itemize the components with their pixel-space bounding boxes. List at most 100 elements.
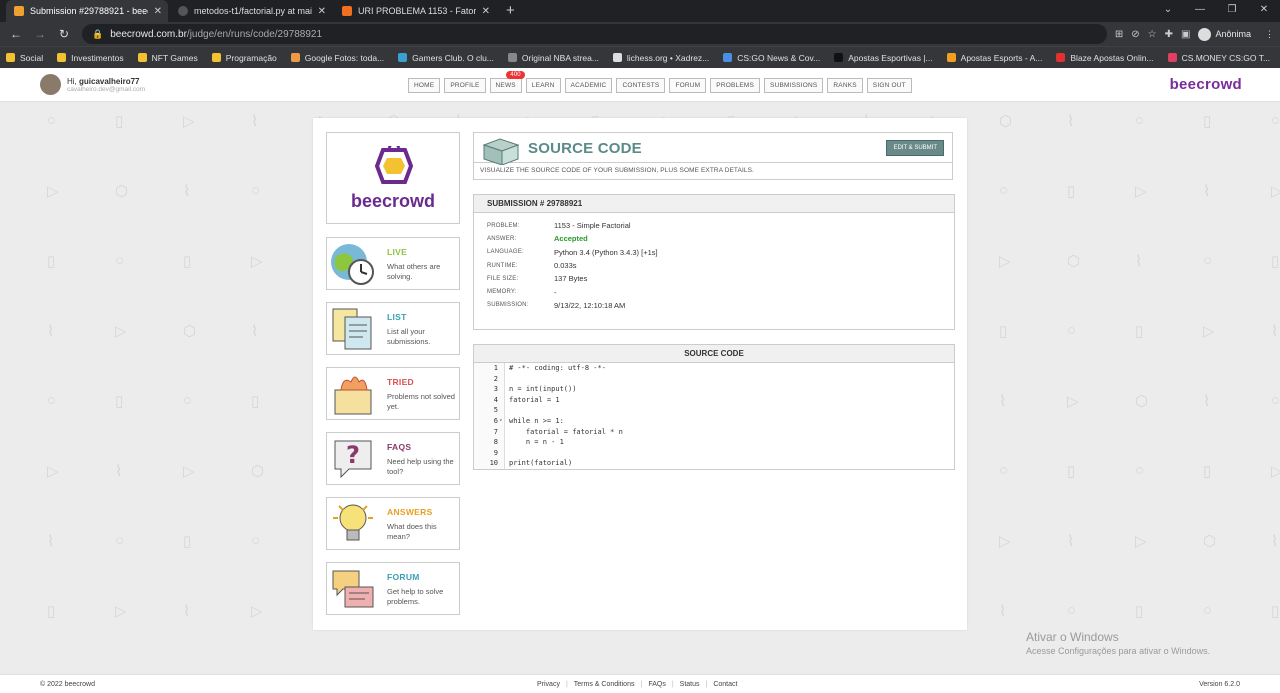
tab-title: URI PROBLEMA 1153 - Fatorial Simples: [358, 6, 476, 16]
open-box-icon: [482, 138, 520, 165]
folder-icon: [137, 53, 147, 62]
bookmark-item[interactable]: Blaze Apostas Onlin...: [1056, 53, 1154, 63]
pattern-shape: ⌇: [1271, 533, 1279, 550]
bookmark-item[interactable]: Google Fotos: toda...: [290, 53, 384, 63]
bookmark-item[interactable]: Original NBA strea...: [507, 53, 599, 63]
menu-submissions[interactable]: SUBMISSIONS: [764, 78, 824, 93]
browser-tab-blogger[interactable]: URI PROBLEMA 1153 - Fatorial Simples ✕: [334, 0, 496, 22]
lock-icon[interactable]: 🔒: [92, 29, 103, 40]
close-tab-icon[interactable]: ✕: [154, 6, 162, 17]
close-tab-icon[interactable]: ✕: [318, 6, 326, 17]
info-key: RUNTIME:: [487, 262, 518, 269]
google-photos-icon: [290, 53, 300, 62]
footer-link-status[interactable]: Status: [680, 681, 700, 688]
edit-submit-button[interactable]: EDIT & SUBMIT: [886, 140, 944, 156]
forward-arrow-icon[interactable]: →: [30, 27, 50, 41]
code-editor[interactable]: 1 # -*- coding: utf-8 -*- 2 3 n = int(input(…: [474, 363, 954, 469]
user-email: cavalheiro.dev@gmail.com: [67, 85, 146, 93]
bookmark-item[interactable]: CS.MONEY CS:GO T...: [1167, 52, 1271, 63]
new-tab-button[interactable]: +: [498, 0, 523, 22]
browser-tab-github[interactable]: metodos-t1/factorial.py at main ✕: [170, 0, 332, 22]
user-info[interactable]: Hi, guicavalheiro77 cavalheiro.dev@gmail…: [40, 74, 145, 95]
close-window-icon[interactable]: ✕: [1248, 0, 1280, 20]
pattern-shape: ▷: [1135, 183, 1147, 200]
pattern-shape: ▷: [115, 323, 127, 340]
svg-text:?: ?: [346, 441, 360, 469]
back-arrow-icon[interactable]: ←: [6, 27, 26, 41]
restore-icon[interactable]: ❐: [1216, 0, 1248, 20]
beecrowd-logo[interactable]: beecrowd: [326, 132, 460, 224]
sidebar-icon[interactable]: ▣: [1181, 29, 1190, 40]
bookmark-label: Gamers Club. O clu...: [412, 52, 494, 63]
menu-problems[interactable]: PROBLEMS: [710, 78, 761, 93]
menu-ranks[interactable]: RANKS: [827, 78, 863, 93]
bookmark-item[interactable]: lichess.org • Xadrez...: [612, 52, 710, 63]
page-title: SOURCE CODE: [528, 140, 642, 157]
avatar[interactable]: [40, 74, 61, 95]
pattern-shape: ▯: [115, 113, 124, 130]
sidebar-item-tried[interactable]: TRIED Problems not solved yet.: [326, 367, 460, 420]
browser-chrome: Submission #29788921 - beecrowd ✕ metodo…: [0, 0, 1280, 68]
bookmark-item[interactable]: NFT Games: [137, 53, 198, 63]
minimize-icon[interactable]: —: [1184, 0, 1216, 20]
kebab-menu-icon[interactable]: ⋮: [1265, 29, 1274, 40]
bookmark-star-icon[interactable]: ☆: [1148, 29, 1157, 40]
bookmark-item[interactable]: Investimentos: [57, 53, 124, 63]
sidebar-item-faqs[interactable]: ? FAQS Need help using the tool?: [326, 432, 460, 485]
extensions-puzzle-icon[interactable]: ✚: [1165, 29, 1173, 40]
line-number: 6: [493, 417, 498, 425]
pattern-shape: ▷: [115, 603, 127, 620]
pattern-shape: ⌇: [1203, 183, 1211, 200]
close-tab-icon[interactable]: ✕: [482, 6, 490, 17]
sidebar-item-answers[interactable]: ANSWERS What does this mean?: [326, 497, 460, 550]
line-number: 4: [493, 395, 498, 404]
submission-info-row: LANGUAGE: Python 3.4 (Python 3.4.3) [+1s]: [487, 246, 954, 259]
bookmark-label: lichess.org • Xadrez...: [626, 52, 710, 63]
footer-link-faqs[interactable]: FAQs: [648, 681, 666, 688]
eye-off-icon[interactable]: ⊘: [1131, 29, 1139, 40]
footer-link-privacy[interactable]: Privacy: [537, 681, 560, 688]
reload-icon[interactable]: ↻: [54, 27, 74, 41]
bookmark-item[interactable]: Gamers Club. O clu...: [398, 53, 494, 63]
browser-tab-submission[interactable]: Submission #29788921 - beecrowd ✕: [6, 0, 168, 22]
pattern-shape: ▯: [1067, 183, 1076, 200]
sidebar-item-list[interactable]: LIST List all your submissions.: [326, 302, 460, 355]
tab-search-icon[interactable]: ⌄: [1152, 0, 1184, 20]
brand-logo[interactable]: beecrowd: [1170, 76, 1242, 93]
menu-home[interactable]: HOME: [408, 78, 441, 93]
pattern-shape: ○: [1271, 112, 1280, 129]
address-bar[interactable]: 🔒 beecrowd.com.br /judge/en/runs/code/29…: [82, 24, 1107, 44]
bookmark-label: CS.MONEY CS:GO T...: [1181, 52, 1271, 63]
menu-news[interactable]: NEWS 400: [489, 71, 525, 93]
footer-link-terms[interactable]: Terms & Conditions: [574, 681, 635, 688]
news-count-badge: 400: [506, 71, 525, 79]
tab-title: metodos-t1/factorial.py at main: [194, 6, 312, 16]
bookmark-item[interactable]: Apostas Esportivas |...: [834, 53, 933, 63]
bookmark-item[interactable]: CS:GO News & Cov...: [723, 53, 820, 63]
menu-forum[interactable]: FORUM: [669, 78, 707, 93]
menu-academic[interactable]: ACADEMIC: [564, 78, 613, 93]
pattern-shape: ▯: [47, 253, 56, 270]
site-header: Hi, guicavalheiro77 cavalheiro.dev@gmail…: [0, 68, 1280, 102]
submission-info-row: FILE SIZE: 137 Bytes: [487, 272, 954, 285]
menu-contests[interactable]: CONTESTS: [616, 78, 666, 93]
info-value: Accepted: [554, 234, 588, 244]
fold-arrow-icon[interactable]: ▾: [499, 416, 503, 427]
profile-button[interactable]: Anônima ⋮: [1198, 27, 1274, 41]
pattern-shape: ⌇: [183, 183, 191, 200]
menu-news-label: NEWS: [495, 82, 516, 89]
bookmark-item[interactable]: Apostas Esports - A...: [946, 53, 1042, 63]
pattern-shape: ○: [999, 182, 1009, 199]
username: guicavalheiro77: [79, 76, 140, 86]
translate-icon[interactable]: ⊞: [1115, 29, 1123, 40]
bookmark-item[interactable]: Social: [6, 53, 43, 63]
footer-link-contact[interactable]: Contact: [713, 681, 737, 688]
bookmark-item[interactable]: Programação: [211, 53, 277, 63]
info-value[interactable]: 1153 - Simple Factorial: [554, 221, 631, 230]
beecrowd-favicon-icon: [14, 6, 24, 16]
menu-learn[interactable]: LEARN: [525, 78, 561, 93]
menu-profile[interactable]: PROFILE: [444, 78, 486, 93]
sidebar-item-forum[interactable]: FORUM Get help to solve problems.: [326, 562, 460, 615]
menu-sign-out[interactable]: SIGN OUT: [866, 78, 912, 93]
sidebar-item-live[interactable]: LIVE What others are solving.: [326, 237, 460, 290]
